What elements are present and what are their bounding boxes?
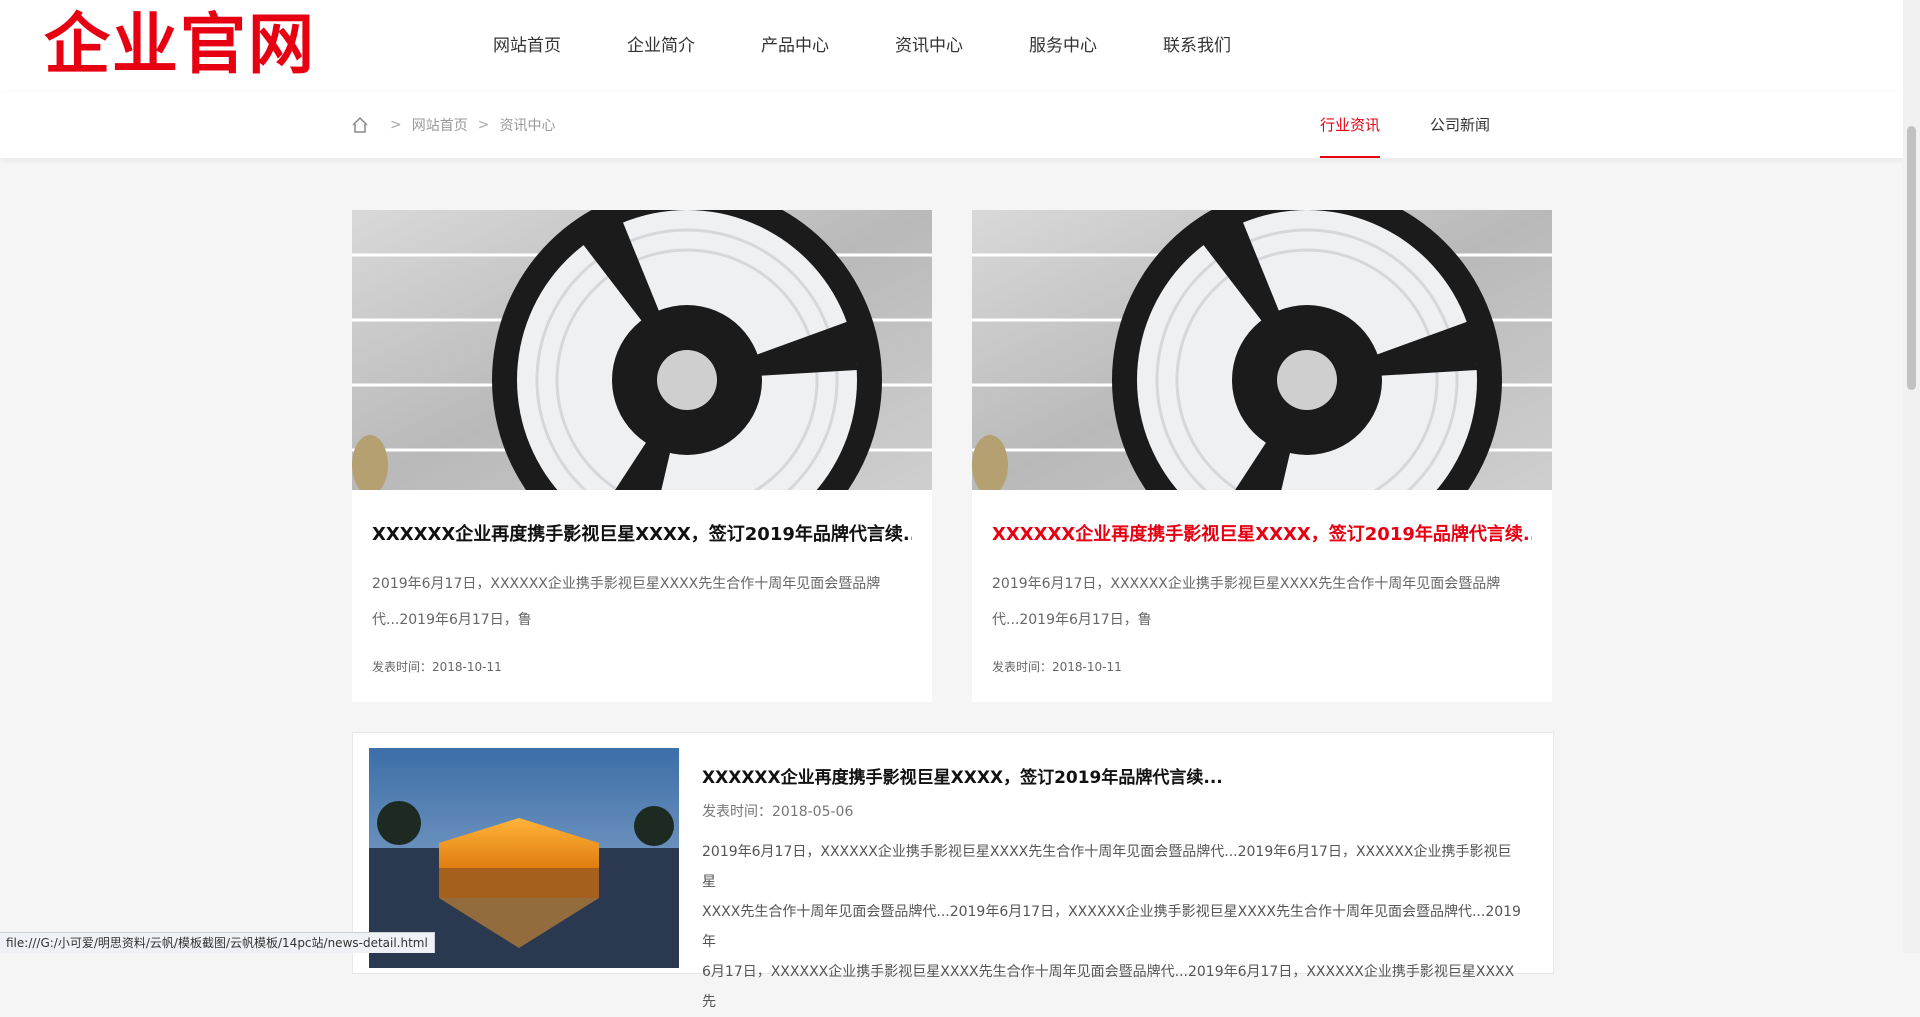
status-url: file:///G:/小可爱/明思资料/云帆/模板截图/云帆模板/14pc站/n… xyxy=(0,932,435,953)
scrollbar-thumb[interactable] xyxy=(1907,126,1916,390)
home-icon[interactable] xyxy=(350,115,370,135)
news-card-desc-line: 代...2019年6月17日，鲁 xyxy=(372,612,532,628)
news-list-desc: 2019年6月17日，XXXXXX企业携手影视巨星XXXX先生合作十周年见面会暨… xyxy=(702,837,1522,1017)
breadcrumb-link-home[interactable]: 网站首页 xyxy=(412,115,468,135)
news-card-image[interactable] xyxy=(972,210,1552,490)
news-list-desc-line: XXXX先生合作十周年见面会暨品牌代...2019年6月17日，XXXXXX企业… xyxy=(702,904,1521,950)
main-nav: 网站首页 企业简介 产品中心 资讯中心 服务中心 联系我们 xyxy=(460,0,1264,92)
news-list-desc-line: 2019年6月17日，XXXXXX企业携手影视巨星XXXX先生合作十周年见面会暨… xyxy=(702,844,1512,890)
nav-item-about[interactable]: 企业简介 xyxy=(594,0,728,92)
news-card-desc-line: 代...2019年6月17日，鲁 xyxy=(992,612,1152,628)
breadcrumb-separator-icon: > xyxy=(477,117,490,133)
news-card-image[interactable] xyxy=(352,210,932,490)
news-subnav: 行业资讯 公司新闻 xyxy=(1320,92,1540,158)
news-card-desc: 2019年6月17日，XXXXXX企业携手影视巨星XXXX先生合作十周年见面会暨… xyxy=(372,566,892,638)
tab-industry-news[interactable]: 行业资讯 xyxy=(1320,92,1381,158)
tab-company-news[interactable]: 公司新闻 xyxy=(1430,92,1490,158)
breadcrumb: > 网站首页 > 资讯中心 xyxy=(350,92,555,158)
reel-photo xyxy=(972,210,1552,490)
news-card-title[interactable]: XXXXXX企业再度携手影视巨星XXXX，签订2019年品牌代言续... xyxy=(372,520,912,546)
site-logo[interactable]: 企业官网 xyxy=(44,10,316,80)
nav-item-news[interactable]: 资讯中心 xyxy=(862,0,996,92)
page-scrollbar[interactable] xyxy=(1903,0,1920,953)
breadcrumb-link-news[interactable]: 资讯中心 xyxy=(499,115,555,135)
news-card[interactable]: XXXXXX企业再度携手影视巨星XXXX，签订2019年品牌代言续... 201… xyxy=(352,210,932,702)
nav-item-service[interactable]: 服务中心 xyxy=(996,0,1130,92)
news-card-date: 发表时间：2018-10-11 xyxy=(372,660,502,674)
news-card-desc-line: 2019年6月17日，XXXXXX企业携手影视巨星XXXX先生合作十周年见面会暨… xyxy=(992,576,1501,592)
breadcrumb-separator-icon: > xyxy=(390,117,402,133)
news-card-title[interactable]: XXXXXX企业再度携手影视巨星XXXX，签订2019年品牌代言续... xyxy=(992,520,1532,546)
reel-photo xyxy=(352,210,932,490)
news-card-desc: 2019年6月17日，XXXXXX企业携手影视巨星XXXX先生合作十周年见面会暨… xyxy=(992,566,1512,638)
site-header: 企业官网 网站首页 企业简介 产品中心 资讯中心 服务中心 联系我们 xyxy=(0,0,1920,93)
news-list-item[interactable]: XXXXXX企业再度携手影视巨星XXXX，签订2019年品牌代言续... 发表时… xyxy=(352,732,1554,1010)
nav-item-home[interactable]: 网站首页 xyxy=(460,0,594,92)
news-list-desc-line: 6月17日，XXXXXX企业携手影视巨星XXXX先生合作十周年见面会暨品牌代..… xyxy=(702,964,1515,1010)
news-list-date: 发表时间：2018-05-06 xyxy=(702,804,854,820)
nav-item-products[interactable]: 产品中心 xyxy=(728,0,862,92)
breadcrumb-bar: > 网站首页 > 资讯中心 行业资讯 公司新闻 xyxy=(0,92,1920,158)
nav-item-contact[interactable]: 联系我们 xyxy=(1130,0,1264,92)
news-card[interactable]: XXXXXX企业再度携手影视巨星XXXX，签订2019年品牌代言续... 201… xyxy=(972,210,1552,702)
news-card-desc-line: 2019年6月17日，XXXXXX企业携手影视巨星XXXX先生合作十周年见面会暨… xyxy=(372,576,881,592)
news-list-title[interactable]: XXXXXX企业再度携手影视巨星XXXX，签订2019年品牌代言续... xyxy=(702,763,1223,788)
news-card-date: 发表时间：2018-10-11 xyxy=(992,660,1122,674)
